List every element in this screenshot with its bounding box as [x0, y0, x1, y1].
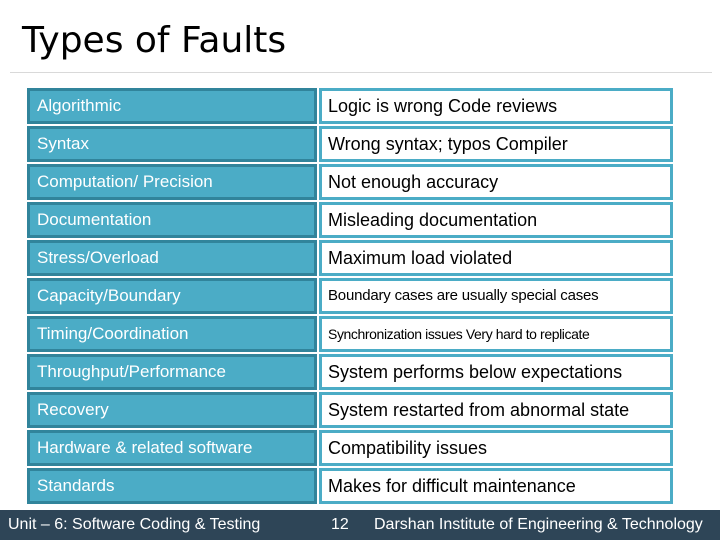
- fault-type-cell: Capacity/Boundary: [27, 278, 317, 314]
- fault-description-cell: Maximum load violated: [319, 240, 673, 276]
- fault-description-cell: Wrong syntax; typos Compiler: [319, 126, 673, 162]
- table-row: Recovery System restarted from abnormal …: [27, 392, 673, 428]
- fault-description-cell: Synchronization issues Very hard to repl…: [319, 316, 673, 352]
- table-row: Hardware & related software Compatibilit…: [27, 430, 673, 466]
- fault-description-cell: Boundary cases are usually special cases: [319, 278, 673, 314]
- fault-type-cell: Timing/Coordination: [27, 316, 317, 352]
- table-row: Stress/Overload Maximum load violated: [27, 240, 673, 276]
- fault-type-cell: Stress/Overload: [27, 240, 317, 276]
- slide-title: Types of Faults: [22, 20, 287, 61]
- fault-type-cell: Syntax: [27, 126, 317, 162]
- slide-footer: Unit – 6: Software Coding & Testing 12 D…: [0, 510, 720, 540]
- footer-institute-name: Darshan Institute of Engineering & Techn…: [374, 516, 703, 533]
- fault-description-cell: System restarted from abnormal state: [319, 392, 673, 428]
- table-row: Documentation Misleading documentation: [27, 202, 673, 238]
- table-row: Standards Makes for difficult maintenanc…: [27, 468, 673, 504]
- fault-type-cell: Hardware & related software: [27, 430, 317, 466]
- title-divider: [10, 72, 712, 73]
- table-row: Computation/ Precision Not enough accura…: [27, 164, 673, 200]
- fault-description-cell: Compatibility issues: [319, 430, 673, 466]
- table-row: Syntax Wrong syntax; typos Compiler: [27, 126, 673, 162]
- table-row: Capacity/Boundary Boundary cases are usu…: [27, 278, 673, 314]
- table-row: Algorithmic Logic is wrong Code reviews: [27, 88, 673, 124]
- table-row: Throughput/Performance System performs b…: [27, 354, 673, 390]
- footer-page-number: 12: [331, 516, 349, 533]
- fault-type-cell: Computation/ Precision: [27, 164, 317, 200]
- fault-type-cell: Algorithmic: [27, 88, 317, 124]
- fault-type-cell: Recovery: [27, 392, 317, 428]
- fault-description-cell: System performs below expectations: [319, 354, 673, 390]
- fault-type-cell: Documentation: [27, 202, 317, 238]
- fault-description-cell: Makes for difficult maintenance: [319, 468, 673, 504]
- footer-unit-label: Unit – 6: Software Coding & Testing: [8, 516, 261, 533]
- fault-type-cell: Throughput/Performance: [27, 354, 317, 390]
- table-row: Timing/Coordination Synchronization issu…: [27, 316, 673, 352]
- fault-type-cell: Standards: [27, 468, 317, 504]
- faults-table: Algorithmic Logic is wrong Code reviews …: [27, 88, 673, 506]
- fault-description-cell: Logic is wrong Code reviews: [319, 88, 673, 124]
- fault-description-cell: Not enough accuracy: [319, 164, 673, 200]
- fault-description-cell: Misleading documentation: [319, 202, 673, 238]
